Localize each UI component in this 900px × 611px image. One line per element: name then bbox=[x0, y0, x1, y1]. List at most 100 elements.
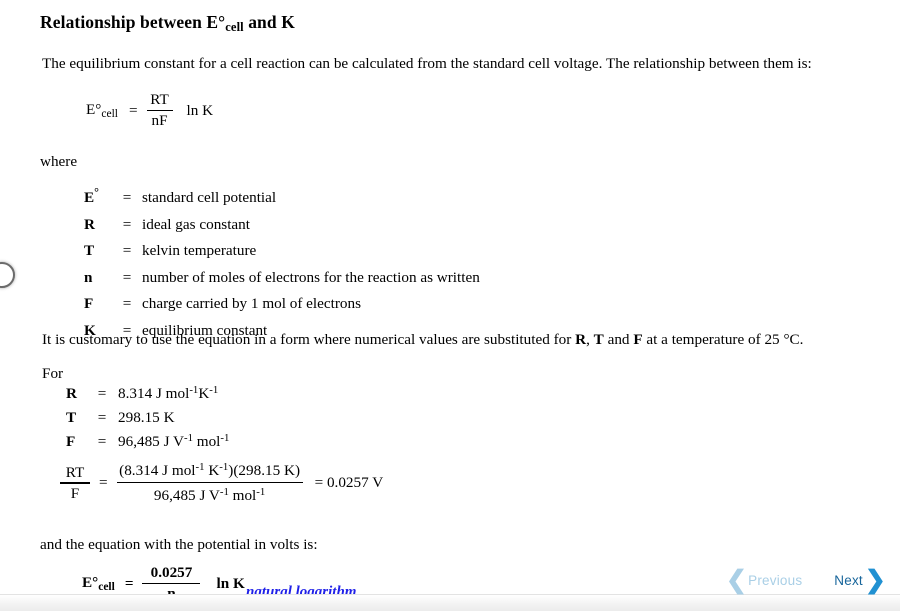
constant-value-mid: K bbox=[198, 385, 210, 402]
final-equation-numerator: 0.0257 bbox=[150, 564, 193, 581]
fraction-bar bbox=[116, 481, 303, 484]
definition-equals: = bbox=[122, 295, 132, 313]
main-equation-equals: = bbox=[128, 101, 138, 119]
customary-separator-1: , bbox=[586, 331, 594, 348]
rtf-left-denominator: F bbox=[70, 484, 80, 502]
rtf-left-numerator: RT bbox=[65, 463, 85, 481]
main-equation-rhs: ln K bbox=[186, 101, 214, 119]
rtf-numerator-exponent-2: -1 bbox=[219, 461, 229, 473]
rtf-left-fraction: RT F bbox=[60, 463, 90, 502]
main-equation-lhs-symbol: E° bbox=[86, 101, 102, 119]
definition-symbol: R bbox=[84, 212, 114, 239]
sidebar-toggle-circle-icon[interactable] bbox=[0, 262, 15, 288]
customary-symbol-f: F bbox=[633, 331, 643, 348]
definition-description: ideal gas constant bbox=[142, 215, 250, 233]
rtf-result: = 0.0257 V bbox=[314, 474, 384, 492]
rtf-numerator-part-1: (8.314 J mol bbox=[119, 462, 196, 479]
customary-symbol-r: R bbox=[575, 331, 587, 348]
constant-value-mid: mol bbox=[192, 433, 221, 450]
next-button-label: Next bbox=[834, 573, 863, 588]
definition-description: kelvin temperature bbox=[142, 242, 257, 260]
chevron-left-icon: ❮ bbox=[726, 566, 748, 594]
definition-equals: = bbox=[122, 242, 132, 260]
constant-equals: = bbox=[97, 385, 107, 402]
chevron-right-icon: ❯ bbox=[864, 566, 886, 594]
definition-symbol-text: T bbox=[84, 242, 95, 260]
final-equation-lhs-subscript: cell bbox=[98, 581, 115, 594]
rtf-main-fraction: (8.314 J mol-1 K-1)(298.15 K) 96,485 J V… bbox=[116, 461, 303, 504]
main-equation-lhs-subscript: cell bbox=[101, 108, 118, 121]
customary-symbol-t: T bbox=[593, 331, 604, 348]
lesson-page: Relationship between E°cell and K The eq… bbox=[0, 0, 900, 611]
final-equation-lhs-symbol: E° bbox=[82, 574, 99, 592]
constant-value-text: 96,485 J V bbox=[118, 433, 184, 450]
constant-exponent-2: -1 bbox=[220, 432, 230, 444]
previous-button-label: Previous bbox=[748, 573, 803, 588]
rtf-denominator-part-2: mol bbox=[228, 487, 257, 505]
constant-value: 8.314 J mol-1K-1 bbox=[114, 384, 229, 408]
constant-exponent-1: -1 bbox=[183, 432, 193, 444]
previous-button[interactable]: ❮ Previous bbox=[726, 568, 802, 593]
constant-exponent-1: -1 bbox=[189, 384, 199, 396]
definition-symbol-text: E bbox=[84, 189, 95, 207]
definition-description: charge carried by 1 mol of electrons bbox=[142, 295, 362, 313]
constant-symbol: T bbox=[66, 409, 77, 426]
main-equation-lhs: E°cell bbox=[86, 101, 118, 120]
definition-equals: = bbox=[122, 268, 132, 286]
definition-description: standard cell potential bbox=[142, 189, 277, 207]
main-equation-denominator: nF bbox=[151, 112, 168, 130]
final-equation-intro: and the equation with the potential in v… bbox=[40, 536, 318, 553]
definition-symbol: n bbox=[84, 265, 114, 292]
next-button[interactable]: Next ❯ bbox=[834, 568, 886, 593]
rtf-denominator-exponent-2: -1 bbox=[256, 486, 266, 499]
definition-row: R = ideal gas constant bbox=[84, 212, 480, 239]
constant-value-text: 298.15 K bbox=[118, 409, 175, 426]
constant-equals: = bbox=[97, 433, 107, 450]
rtf-denominator-exponent-1: -1 bbox=[219, 486, 229, 499]
page-title-subscript: cell bbox=[225, 20, 244, 34]
constant-exponent-2: -1 bbox=[209, 384, 219, 396]
constant-symbol: F bbox=[66, 433, 76, 450]
final-equation-equals: = bbox=[124, 574, 134, 592]
definition-description: number of moles of electrons for the rea… bbox=[142, 268, 480, 286]
rtf-equals: = bbox=[99, 474, 108, 492]
rtf-equation: RT F = (8.314 J mol-1 K-1)(298.15 K) 96,… bbox=[60, 461, 384, 504]
constant-value: 298.15 K bbox=[114, 408, 229, 432]
definition-symbol-text: F bbox=[84, 295, 94, 313]
rtf-denominator: 96,485 J V-1 mol-1 bbox=[152, 484, 267, 504]
where-label: where bbox=[40, 153, 78, 170]
rtf-numerator-part-2: K bbox=[204, 462, 220, 479]
rtf-numerator: (8.314 J mol-1 K-1)(298.15 K) bbox=[117, 461, 302, 481]
definition-symbol-text: n bbox=[84, 268, 93, 286]
footer-bar bbox=[0, 594, 900, 611]
final-equation-rhs: ln K bbox=[216, 574, 245, 592]
page-title-suffix: and K bbox=[243, 12, 295, 32]
page-navigation: ❮ Previous Next ❯ bbox=[726, 568, 886, 593]
constants-list: R = 8.314 J mol-1K-1 T = 298.15 K F = 96… bbox=[66, 384, 229, 456]
definitions-list: E° = standard cell potential R = ideal g… bbox=[84, 185, 480, 344]
intro-paragraph: The equilibrium constant for a cell reac… bbox=[42, 55, 812, 72]
constant-symbol: R bbox=[66, 385, 77, 402]
for-label: For bbox=[42, 365, 64, 382]
page-title: Relationship between E°cell and K bbox=[40, 12, 295, 35]
fraction-bar bbox=[146, 109, 173, 112]
definition-row: E° = standard cell potential bbox=[84, 185, 480, 212]
definition-row: n = number of moles of electrons for the… bbox=[84, 265, 480, 292]
constant-equals: = bbox=[97, 409, 107, 426]
main-equation-numerator: RT bbox=[150, 91, 169, 108]
definition-symbol: T bbox=[84, 238, 114, 265]
rtf-numerator-exponent-1: -1 bbox=[195, 461, 205, 473]
definition-row: T = kelvin temperature bbox=[84, 238, 480, 265]
main-equation: E°cell = RT nF ln K bbox=[86, 92, 213, 129]
rtf-numerator-part-3: )(298.15 K) bbox=[228, 462, 300, 479]
main-equation-fraction: RT nF bbox=[146, 91, 173, 130]
customary-paragraph: It is customary to use the equation in a… bbox=[42, 330, 803, 351]
definition-symbol-text: R bbox=[84, 215, 95, 233]
rtf-denominator-part-1: 96,485 J V bbox=[153, 487, 220, 505]
fraction-bar bbox=[142, 582, 201, 585]
definition-symbol: F bbox=[84, 291, 114, 318]
definition-row: F = charge carried by 1 mol of electrons bbox=[84, 291, 480, 318]
constant-row: R = 8.314 J mol-1K-1 bbox=[66, 384, 229, 408]
customary-text-start: It is customary to use the equation in a… bbox=[42, 331, 576, 348]
constant-row: T = 298.15 K bbox=[66, 408, 229, 432]
